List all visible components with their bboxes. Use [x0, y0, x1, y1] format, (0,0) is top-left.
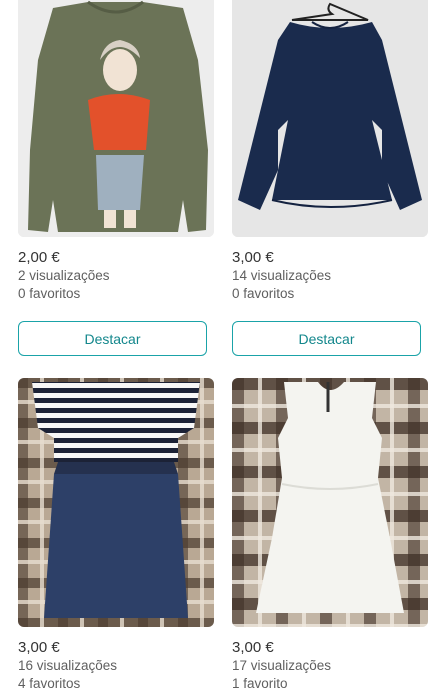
listing-price: 3,00 €	[232, 249, 274, 266]
listing-card[interactable]: 3,00 € 14 visualizações 0 favoritos Dest…	[232, 0, 428, 356]
listing-price: 3,00 €	[232, 639, 274, 656]
listing-photo[interactable]	[232, 0, 428, 237]
listing-card[interactable]: 2,00 € 2 visualizações 0 favoritos Desta…	[18, 0, 214, 356]
listing-price: 2,00 €	[18, 249, 60, 266]
listing-views: 2 visualizações	[18, 268, 110, 283]
listing-photo[interactable]	[18, 0, 214, 237]
listing-grid: 2,00 € 2 visualizações 0 favoritos Desta…	[0, 0, 446, 700]
listing-favorites: 0 favoritos	[232, 286, 295, 301]
listing-photo[interactable]	[18, 378, 214, 627]
listing-favorites: 4 favoritos	[18, 676, 81, 691]
navy-blouse-image	[232, 0, 428, 237]
striped-dress-image	[18, 378, 214, 627]
listing-price: 3,00 €	[18, 639, 60, 656]
listing-card[interactable]: 3,00 € 16 visualizações 4 favoritos	[18, 378, 214, 693]
listing-views: 14 visualizações	[232, 268, 332, 283]
listing-views: 17 visualizações	[232, 658, 332, 673]
olive-tshirt-image	[18, 0, 214, 237]
destacar-button[interactable]: Destacar	[232, 321, 421, 356]
listing-photo[interactable]	[232, 378, 428, 627]
listing-views: 16 visualizações	[18, 658, 118, 673]
white-dress-image	[232, 378, 428, 627]
listing-favorites: 0 favoritos	[18, 286, 81, 301]
listing-card[interactable]: 3,00 € 17 visualizações 1 favorito	[232, 378, 428, 693]
listing-favorites: 1 favorito	[232, 676, 288, 691]
destacar-button[interactable]: Destacar	[18, 321, 207, 356]
